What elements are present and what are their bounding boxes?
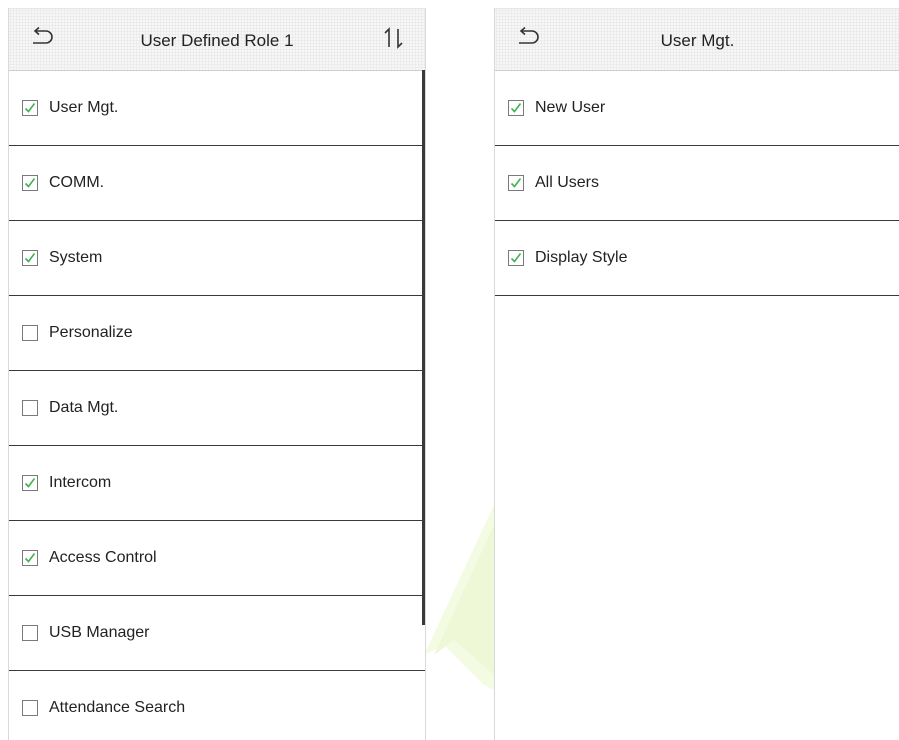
list-item-label: Display Style — [535, 249, 628, 266]
checkbox-checked[interactable] — [508, 175, 524, 191]
checkbox-unchecked[interactable] — [22, 400, 38, 416]
list-item-intercom[interactable]: Intercom — [9, 446, 425, 521]
checkbox-checked[interactable] — [22, 550, 38, 566]
list-item-label: User Mgt. — [49, 99, 119, 116]
user-mgt-permission-list: New User All Users Display Style — [495, 71, 899, 296]
checkmark-icon — [510, 253, 522, 263]
checkmark-icon — [510, 103, 522, 113]
checkmark-icon — [24, 253, 36, 263]
list-item-label: Attendance Search — [49, 699, 186, 716]
list-item-user-mgt[interactable]: User Mgt. — [9, 71, 425, 146]
user-mgt-panel: User Mgt. New User All Users Display Style — [494, 8, 899, 740]
list-item-access-control[interactable]: Access Control — [9, 521, 425, 596]
checkbox-checked[interactable] — [22, 475, 38, 491]
role-permission-list: User Mgt. COMM. System Personalize Data Mgt.… — [9, 71, 425, 740]
checkbox-checked[interactable] — [22, 250, 38, 266]
checkmark-icon — [24, 553, 36, 563]
title-bar: User Mgt. — [495, 8, 899, 71]
checkbox-unchecked[interactable] — [22, 625, 38, 641]
list-item-system[interactable]: System — [9, 221, 425, 296]
list-item-label: Intercom — [49, 474, 112, 491]
title-bar: User Defined Role 1 — [9, 8, 425, 71]
back-arrow-icon[interactable] — [515, 27, 541, 49]
page-title: User Defined Role 1 — [140, 31, 294, 50]
list-item-new-user[interactable]: New User — [495, 71, 899, 146]
page-title: User Mgt. — [660, 31, 735, 50]
checkmark-icon — [24, 178, 36, 188]
checkbox-checked[interactable] — [508, 250, 524, 266]
watermark-graphic — [424, 505, 494, 695]
checkbox-unchecked[interactable] — [22, 325, 38, 341]
list-item-label: All Users — [535, 174, 600, 191]
checkmark-icon — [24, 478, 36, 488]
list-item-attendance-search[interactable]: Attendance Search — [9, 671, 425, 740]
list-item-label: System — [49, 249, 103, 266]
list-item-display-style[interactable]: Display Style — [495, 221, 899, 296]
list-item-label: New User — [535, 99, 606, 116]
checkmark-icon — [24, 103, 36, 113]
scrollbar[interactable] — [422, 70, 425, 625]
list-item-personalize[interactable]: Personalize — [9, 296, 425, 371]
list-item-usb-manager[interactable]: USB Manager — [9, 596, 425, 671]
checkbox-checked[interactable] — [22, 175, 38, 191]
list-item-label: Data Mgt. — [49, 399, 119, 416]
sort-arrows-icon[interactable] — [383, 27, 405, 49]
list-item-all-users[interactable]: All Users — [495, 146, 899, 221]
list-item-comm[interactable]: COMM. — [9, 146, 425, 221]
checkmark-icon — [510, 178, 522, 188]
checkbox-checked[interactable] — [22, 100, 38, 116]
list-item-data-mgt[interactable]: Data Mgt. — [9, 371, 425, 446]
list-item-label: USB Manager — [49, 624, 150, 641]
checkbox-unchecked[interactable] — [22, 700, 38, 716]
user-defined-role-panel: User Defined Role 1 User Mgt. COMM. System… — [8, 8, 426, 740]
list-item-label: COMM. — [49, 174, 105, 191]
checkbox-checked[interactable] — [508, 100, 524, 116]
back-arrow-icon[interactable] — [29, 27, 55, 49]
list-item-label: Personalize — [49, 324, 133, 341]
list-item-label: Access Control — [49, 549, 157, 566]
